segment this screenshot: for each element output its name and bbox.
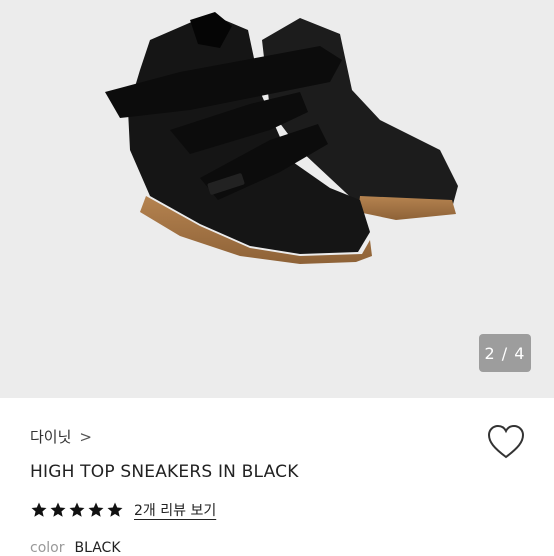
heart-outline-icon [487, 424, 525, 459]
star-icon [107, 502, 123, 517]
rating-row: 2개 리뷰 보기 [30, 500, 216, 520]
product-image-gallery[interactable]: 2 / 4 [0, 0, 554, 398]
brand-name: 다이닛 [30, 428, 72, 446]
chevron-right-icon: > [79, 427, 92, 446]
review-link[interactable]: 2개 리뷰 보기 [134, 500, 216, 520]
image-counter-badge: 2 / 4 [479, 334, 531, 372]
product-photo [105, 12, 458, 264]
wishlist-button[interactable] [486, 424, 526, 460]
star-icon [31, 502, 47, 517]
star-icon [88, 502, 104, 517]
image-counter-text: 2 / 4 [484, 343, 526, 363]
rating-stars [30, 501, 124, 519]
star-icon [69, 502, 85, 517]
star-icon [50, 502, 66, 517]
brand-link[interactable]: 다이닛 > [30, 426, 92, 447]
product-title: HIGH TOP SNEAKERS IN BLACK [30, 462, 299, 482]
product-info-panel: 다이닛 > HIGH TOP SNEAKERS IN BLACK 2개 리뷰 보… [0, 398, 554, 556]
